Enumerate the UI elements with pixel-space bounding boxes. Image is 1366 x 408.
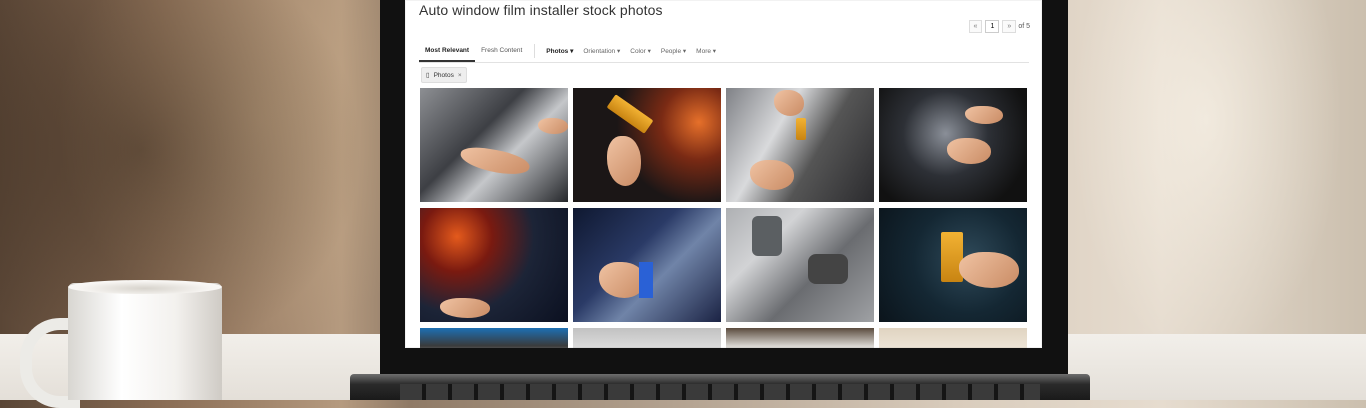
laptop-keyboard xyxy=(400,384,1040,400)
screen-frame xyxy=(405,0,1042,348)
coffee-mug xyxy=(68,283,222,400)
mug-rim xyxy=(68,280,222,294)
